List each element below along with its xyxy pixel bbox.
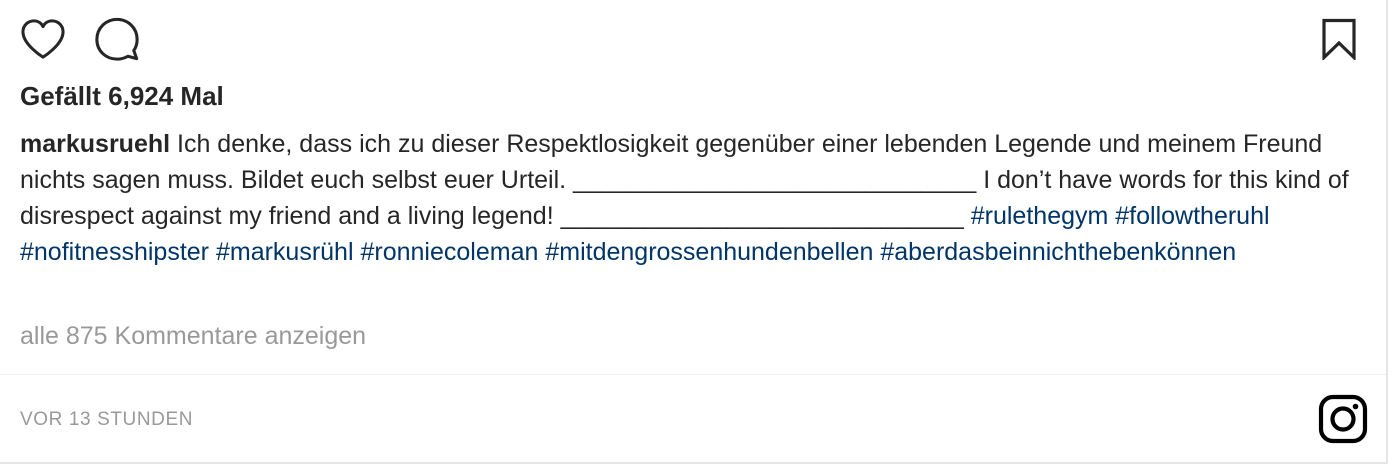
comment-icon [95,17,139,61]
instagram-logo-button[interactable] [1318,394,1368,444]
bookmark-icon [1322,18,1356,60]
save-button[interactable] [1316,16,1362,62]
hashtag-link[interactable]: #aberdasbeinnichthebenkönnen [880,238,1236,266]
likes-count[interactable]: Gefällt 6,924 Mal [20,80,224,112]
hashtag-link[interactable]: #mitdengrossenhundenbellen [545,238,873,266]
like-button[interactable] [20,16,66,62]
hashtag-link[interactable]: #ronniecoleman [360,238,538,266]
heart-icon [21,19,65,59]
post-timestamp[interactable]: VOR 13 STUNDEN [20,408,193,432]
hashtag-link[interactable]: #followtheruhl [1115,202,1269,230]
caption-username[interactable]: markusruehl [20,130,170,158]
comment-button[interactable] [94,16,140,62]
hashtag-link[interactable]: #markusrühl [216,238,354,266]
post-actions-bar [20,16,1366,62]
post-card: Gefällt 6,924 Mal markusruehl Ich denke,… [0,0,1388,464]
hashtag-link[interactable]: #nofitnesshipster [20,238,209,266]
hashtag-link[interactable]: #rulethegym [971,202,1109,230]
view-all-comments-link[interactable]: alle 875 Kommentare anzeigen [20,320,366,352]
instagram-icon [1318,394,1368,444]
post-caption: markusruehl Ich denke, dass ich zu diese… [20,126,1355,270]
divider [0,374,1386,375]
